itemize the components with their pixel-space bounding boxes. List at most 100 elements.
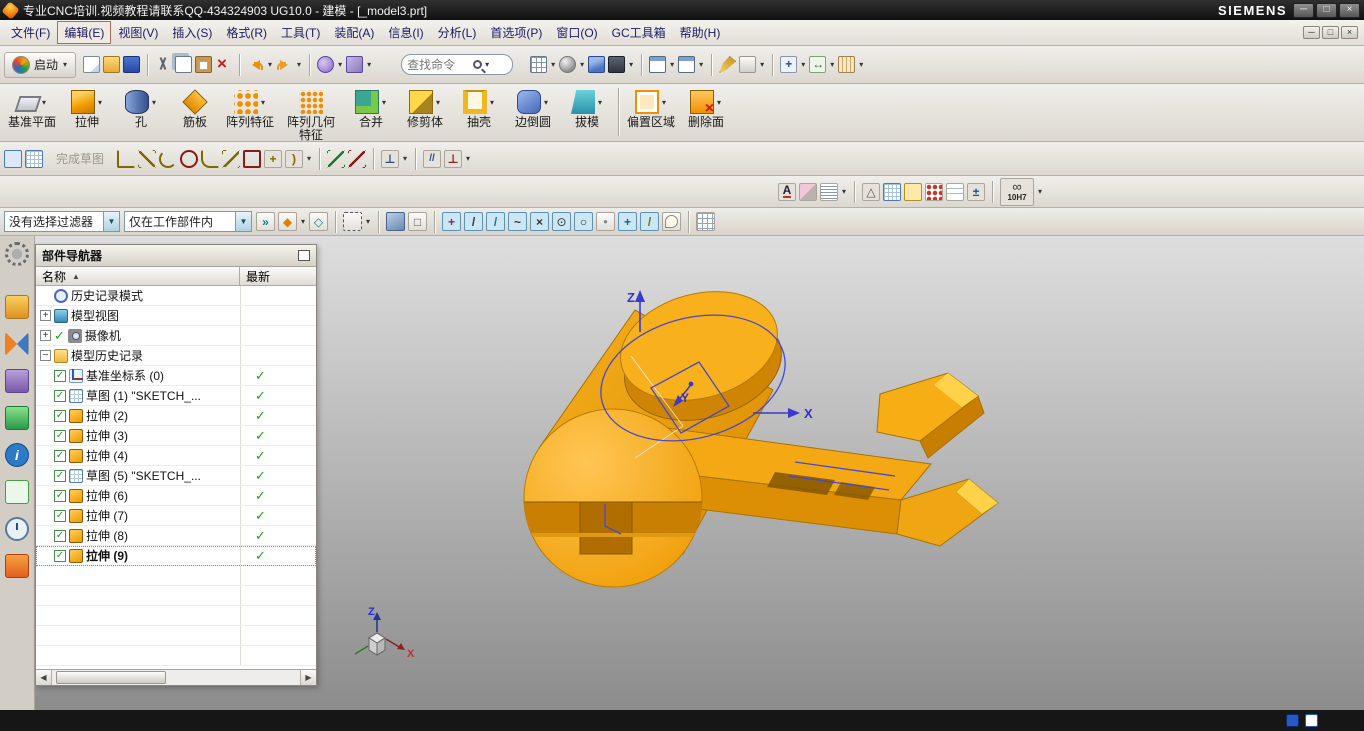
finish-sketch-button[interactable]: 完成草图 [56, 150, 104, 167]
feature-button-unite[interactable]: ▾合并 [344, 86, 398, 130]
parallel-icon[interactable] [423, 150, 441, 168]
balloon-icon[interactable] [662, 212, 681, 231]
grid-snap-icon[interactable] [696, 212, 715, 231]
restore-button[interactable]: □ [1316, 3, 1337, 18]
feature-button-edge-blend[interactable]: ▾边倒圆 [506, 86, 560, 130]
dropdown-arrow[interactable]: ▾ [490, 98, 494, 107]
dropdown-arrow[interactable]: ▾ [338, 60, 342, 69]
menu-item-10[interactable]: 首选项(P) [483, 21, 549, 44]
feature-button-shell[interactable]: ▾抽壳 [452, 86, 506, 130]
font-edit-icon[interactable] [778, 183, 796, 201]
line-icon[interactable] [138, 150, 156, 168]
scroll-left-button[interactable]: ◀ [36, 670, 52, 685]
dropdown-arrow[interactable]: ▾ [670, 60, 674, 69]
dropdown-arrow[interactable]: ▾ [859, 60, 863, 69]
face-view-icon[interactable] [608, 56, 625, 73]
slash-point-icon[interactable] [640, 212, 659, 231]
notes-icon[interactable] [5, 480, 29, 504]
dropdown-arrow[interactable]: ▾ [42, 98, 46, 107]
bowtie-icon[interactable] [5, 332, 29, 356]
feature-button-datum-plane[interactable]: ▾基准平面 [4, 86, 60, 130]
layers-icon[interactable] [5, 406, 29, 430]
menu-item-12[interactable]: GC工具箱 [605, 21, 673, 44]
midpoint-icon[interactable] [486, 212, 505, 231]
menu-item-4[interactable]: 插入(S) [165, 21, 219, 44]
sketch-grid-icon[interactable] [25, 150, 43, 168]
circle-icon[interactable] [574, 212, 593, 231]
selection-filter-dropdown[interactable]: 没有选择过滤器 ▼ [4, 211, 120, 232]
dropdown-arrow[interactable]: ▾ [382, 98, 386, 107]
feature-button-pattern-feature[interactable]: ▾阵列特征 [222, 86, 278, 130]
dropdown-arrow[interactable]: ▾ [842, 187, 846, 196]
menu-item-13[interactable]: 帮助(H) [673, 21, 728, 44]
rectangle-icon[interactable] [243, 150, 261, 168]
tree-row[interactable]: ✓拉伸 (2)✓ [36, 406, 316, 426]
feature-button-offset-region[interactable]: ▾偏置区域 [623, 86, 679, 130]
snap-handle-icon[interactable] [309, 212, 328, 231]
menu-item-7[interactable]: 装配(A) [327, 21, 381, 44]
dropdown-arrow[interactable]: ▾ [760, 60, 764, 69]
dropdown-arrow[interactable]: ▾ [297, 60, 301, 69]
menu-item-8[interactable]: 信息(I) [381, 21, 430, 44]
window-grid-icon[interactable] [530, 56, 547, 73]
dropdown-arrow[interactable]: ▾ [629, 60, 633, 69]
dropdown-arrow[interactable]: ▾ [268, 60, 272, 69]
snap-points-icon[interactable] [780, 56, 797, 73]
redo-icon[interactable] [276, 56, 293, 73]
dropdown-arrow[interactable]: ▾ [717, 98, 721, 107]
menu-item-1[interactable]: 文件(F) [4, 21, 57, 44]
tree-row[interactable]: +✓摄像机 [36, 326, 316, 346]
profile-icon[interactable] [117, 150, 135, 168]
dropdown-arrow[interactable]: ▾ [830, 60, 834, 69]
copy-window-icon[interactable] [649, 56, 666, 73]
undock-button[interactable] [298, 250, 310, 261]
dropdown-arrow[interactable]: ▾ [301, 217, 305, 226]
tree-row[interactable]: +模型视图 [36, 306, 316, 326]
dropdown-arrow[interactable]: ▾ [801, 60, 805, 69]
feature-button-hole[interactable]: ▾孔 [114, 86, 168, 130]
chamfer-icon[interactable] [222, 150, 240, 168]
open-folder-icon[interactable] [103, 56, 120, 73]
menu-item-2[interactable]: 编辑(E) [57, 21, 111, 44]
history-icon[interactable] [5, 369, 29, 393]
tree-row[interactable]: ✓拉伸 (9)✓ [36, 546, 316, 566]
command-finder[interactable]: ▾ [401, 54, 513, 75]
feature-button-pattern-geometry[interactable]: 阵列几何特征 [278, 86, 344, 143]
offset-curve-icon[interactable] [285, 150, 303, 168]
arc-icon[interactable] [159, 150, 177, 168]
rotate-object-icon[interactable] [317, 56, 334, 73]
ball-table-icon[interactable] [925, 183, 943, 201]
point-icon[interactable] [264, 150, 282, 168]
render-sphere-icon[interactable] [559, 56, 576, 73]
dropdown-arrow[interactable]: ▾ [1038, 187, 1042, 196]
dropdown-arrow[interactable]: ▾ [551, 60, 555, 69]
menu-item-9[interactable]: 分析(L) [431, 21, 484, 44]
column-header-status[interactable]: 最新 [240, 268, 316, 285]
checkbox[interactable]: ✓ [54, 410, 66, 422]
collapse-icon[interactable]: − [40, 350, 51, 361]
minimize-button[interactable]: ─ [1293, 3, 1314, 18]
copy-icon[interactable] [175, 56, 192, 73]
curve-icon[interactable] [508, 212, 527, 231]
palette-icon[interactable] [5, 295, 29, 319]
layers-icon[interactable] [1286, 714, 1299, 727]
dim-edit-icon[interactable] [967, 183, 985, 201]
checkbox[interactable]: ✓ [54, 530, 66, 542]
endpoint-icon[interactable] [464, 212, 483, 231]
selection-scope-dropdown[interactable]: 仅在工作部件内 ▼ [124, 211, 252, 232]
menu-item-3[interactable]: 视图(V) [111, 21, 165, 44]
eraser-icon[interactable] [799, 183, 817, 201]
checkbox[interactable]: ✓ [54, 470, 66, 482]
tolerance-button[interactable]: ∞ 10H7 [1000, 178, 1034, 206]
info-icon[interactable] [5, 443, 29, 467]
fillet-icon[interactable] [201, 150, 219, 168]
dropdown-arrow[interactable]: ▾ [699, 60, 703, 69]
tree-row[interactable]: ✓拉伸 (6)✓ [36, 486, 316, 506]
circle-icon[interactable] [180, 150, 198, 168]
intersection-icon[interactable] [530, 212, 549, 231]
restore-button[interactable]: □ [1322, 26, 1339, 39]
constraint-icon[interactable] [381, 150, 399, 168]
search-icon[interactable] [473, 60, 482, 69]
dropdown-arrow[interactable]: ▾ [662, 98, 666, 107]
list-icon[interactable] [820, 183, 838, 201]
